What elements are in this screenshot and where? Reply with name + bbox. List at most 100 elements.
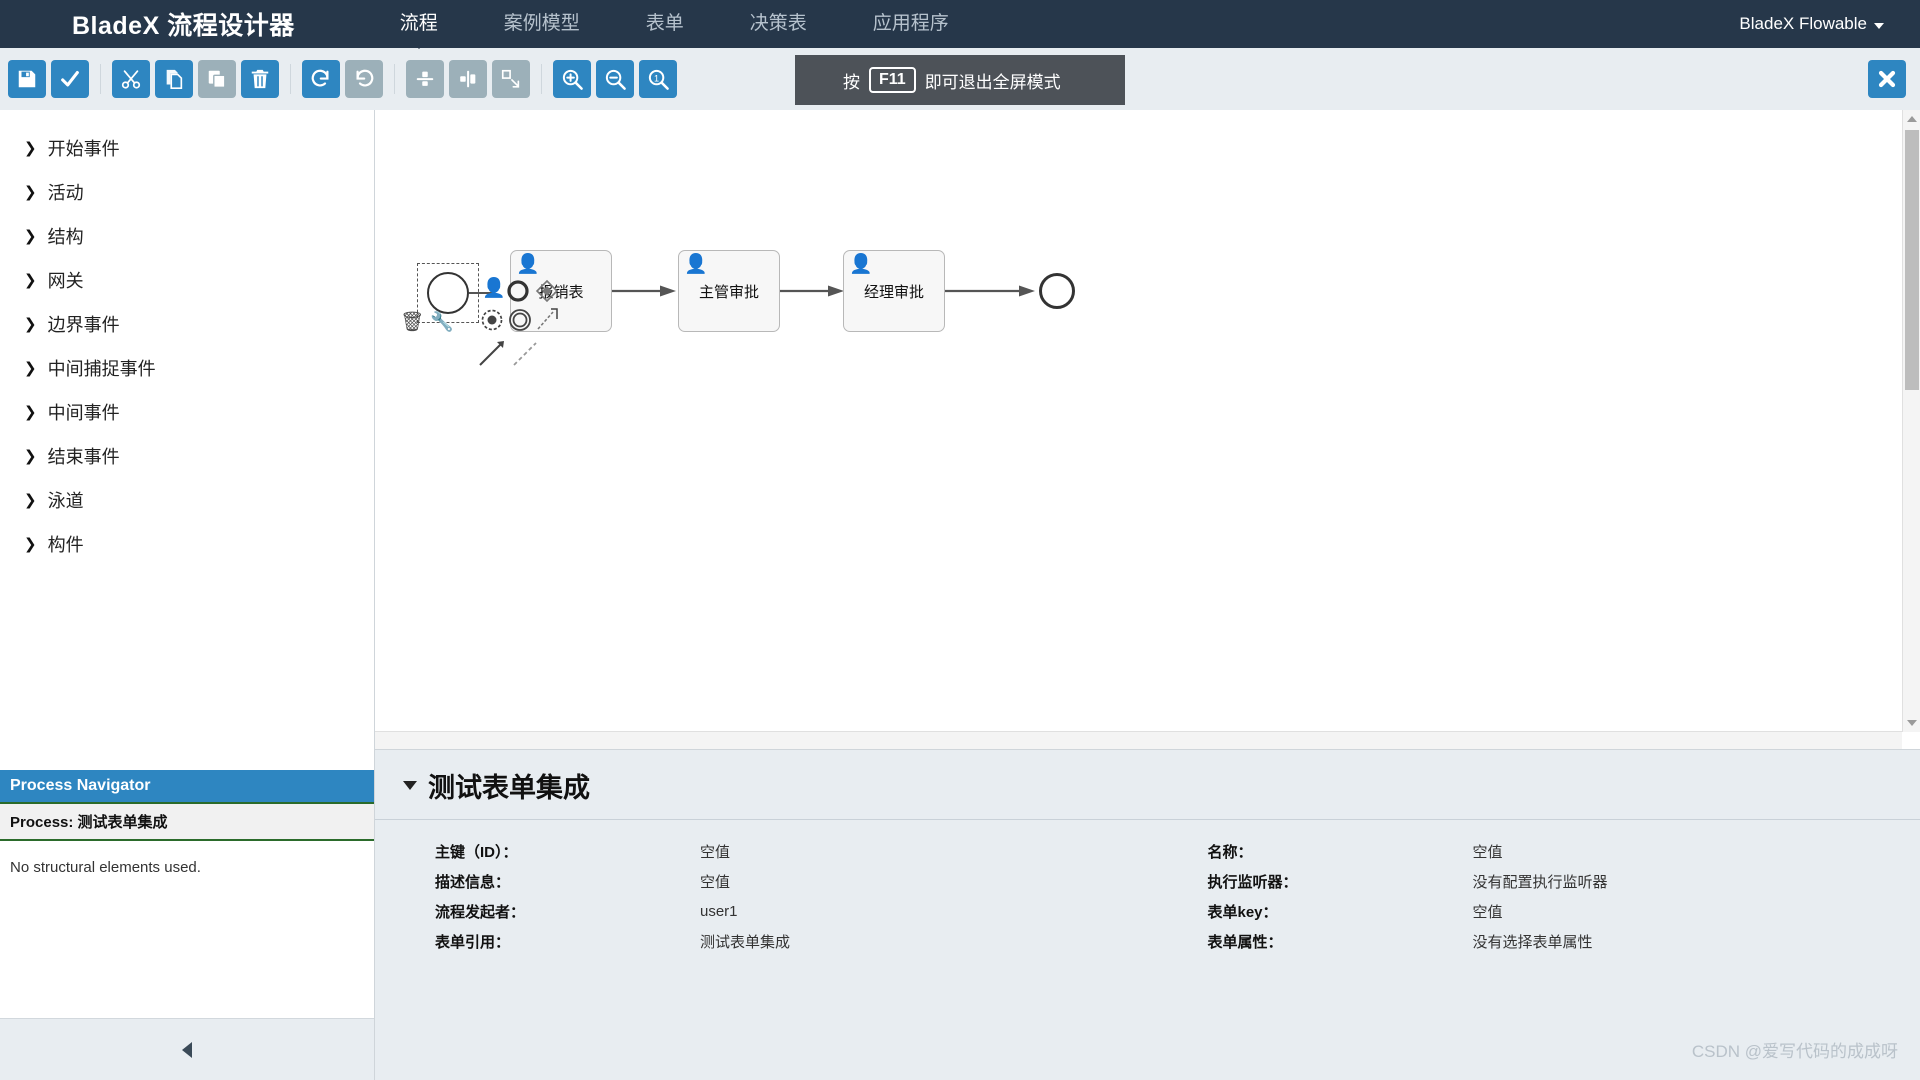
fullscreen-hint-tooltip: 按 F11 即可退出全屏模式 <box>795 55 1125 105</box>
collapse-panel-button[interactable] <box>0 1018 374 1080</box>
zoom-in-icon <box>562 69 583 90</box>
redo-button[interactable] <box>302 60 340 98</box>
scroll-down-button[interactable] <box>1903 714 1920 732</box>
palette-group-3[interactable]: ❯ 结构 <box>0 214 374 258</box>
tab-5[interactable]: 应用程序 <box>840 0 982 48</box>
paste-button[interactable] <box>198 60 236 98</box>
save-button[interactable] <box>8 60 46 98</box>
property-value[interactable]: 没有配置执行监听器 <box>1473 871 1608 892</box>
connect-tool-icon[interactable] <box>477 339 507 369</box>
property-value[interactable]: 没有选择表单属性 <box>1473 931 1593 952</box>
property-key: 流程发起者： <box>435 903 526 921</box>
palette-group-label: 活动 <box>47 183 84 203</box>
property-key: 执行监听器： <box>1207 873 1298 891</box>
palette-group-label: 中间事件 <box>47 403 120 423</box>
tab-1[interactable]: 流程 <box>367 0 471 48</box>
properties-title-text: 测试表单集成 <box>428 773 590 803</box>
copy-button[interactable] <box>155 60 193 98</box>
palette-group-5[interactable]: ❯ 边界事件 <box>0 302 374 346</box>
context-wrench-icon[interactable]: 🔧 <box>430 313 454 332</box>
property-key: 表单属性： <box>1207 933 1283 951</box>
property-value[interactable]: 空值 <box>1473 901 1503 922</box>
same-size-button[interactable] <box>492 60 530 98</box>
align-horizontal-button[interactable] <box>449 60 487 98</box>
zoom-reset-button[interactable]: 1 <box>639 60 677 98</box>
property-value[interactable]: 空值 <box>1473 841 1503 862</box>
validate-button[interactable] <box>51 60 89 98</box>
close-editor-button[interactable] <box>1868 60 1906 98</box>
align-vertical-icon <box>416 71 434 86</box>
palette-group-2[interactable]: ❯ 活动 <box>0 170 374 214</box>
toolbar-divider <box>394 64 395 94</box>
property-value[interactable]: 测试表单集成 <box>700 931 790 952</box>
palette-group-7[interactable]: ❯ 中间事件 <box>0 390 374 434</box>
process-navigator-header: Process Navigator <box>0 770 374 802</box>
palette-group-1[interactable]: ❯ 开始事件 <box>0 126 374 170</box>
chevron-right-icon: ❯ <box>24 183 37 201</box>
tab-3[interactable]: 表单 <box>613 0 717 48</box>
sequence-flow-4[interactable] <box>945 283 1037 299</box>
append-intermediate-event-icon[interactable] <box>507 307 533 333</box>
append-gateway-icon[interactable] <box>534 279 560 303</box>
canvas-horizontal-scrollbar[interactable] <box>375 731 1902 749</box>
chevron-down-icon <box>403 781 417 790</box>
property-row: 名称： 空值 <box>1208 836 1920 866</box>
palette-group-label: 构件 <box>47 535 84 555</box>
palette-group-6[interactable]: ❯ 中间捕捉事件 <box>0 346 374 390</box>
property-value[interactable]: user1 <box>700 903 738 920</box>
task-shape-3[interactable]: 👤 经理审批 <box>843 250 945 332</box>
palette-group-10[interactable]: ❯ 构件 <box>0 522 374 566</box>
undo-button[interactable] <box>345 60 383 98</box>
chevron-left-icon <box>182 1041 192 1058</box>
property-row: 表单引用： 测试表单集成 <box>435 926 1148 956</box>
sequence-flow-3[interactable] <box>780 283 846 299</box>
flow-designer-app: BladeX 流程设计器 流程 案例模型 表单 决策表 应用程序 BladeX Flow… <box>0 0 1920 1080</box>
properties-column-right: 名称： 空值 执行监听器： 没有配置执行监听器 表单key： 空值 表单属性： 没有选择表单属… <box>1148 836 1920 956</box>
shape-palette: ❯ 开始事件 ❯ 活动 ❯ 结构 ❯ 网关 ❯ 边界事件 ❯ 中间捕捉事件 ❯ 中间事件 ❯ 结束事件 ❯ 泳道 ❯… <box>0 110 374 770</box>
append-text-annotation-icon[interactable] <box>535 305 563 333</box>
property-value[interactable]: 空值 <box>700 871 730 892</box>
delete-button[interactable] <box>241 60 279 98</box>
property-row: 执行监听器： 没有配置执行监听器 <box>1208 866 1920 896</box>
palette-group-9[interactable]: ❯ 泳道 <box>0 478 374 522</box>
chevron-right-icon: ❯ <box>24 491 37 509</box>
palette-group-label: 中间捕捉事件 <box>47 359 156 379</box>
context-delete-icon[interactable]: 🗑 <box>400 313 424 332</box>
append-user-task-icon[interactable]: 👤 <box>482 279 506 298</box>
palette-group-8[interactable]: ❯ 结束事件 <box>0 434 374 478</box>
redo-icon <box>311 69 329 87</box>
task-shape-2[interactable]: 👤 主管审批 <box>678 250 780 332</box>
align-vertical-button[interactable] <box>406 60 444 98</box>
chevron-right-icon: ❯ <box>24 315 37 333</box>
sequence-flow-2[interactable] <box>612 283 678 299</box>
scroll-up-button[interactable] <box>1903 110 1920 128</box>
property-value[interactable]: 空值 <box>700 841 730 862</box>
association-tool-icon[interactable] <box>511 339 541 369</box>
copy-icon <box>166 69 183 89</box>
zoom-in-button[interactable] <box>553 60 591 98</box>
zoom-actual-icon: 1 <box>648 69 669 90</box>
zoom-out-icon <box>605 69 626 90</box>
account-menu[interactable]: BladeX Flowable <box>1739 14 1884 34</box>
cut-button[interactable] <box>112 60 150 98</box>
chevron-right-icon: ❯ <box>24 447 37 465</box>
tab-4[interactable]: 决策表 <box>717 0 840 48</box>
vertical-scroll-thumb[interactable] <box>1905 130 1919 390</box>
property-key: 表单引用： <box>435 933 511 951</box>
process-navigator-process-item[interactable]: Process: 测试表单集成 <box>0 802 374 841</box>
task-label-3: 经理审批 <box>863 283 924 301</box>
append-timer-event-icon[interactable] <box>479 307 505 333</box>
end-event-shape[interactable] <box>1039 273 1075 309</box>
canvas-vertical-scrollbar[interactable] <box>1902 110 1920 732</box>
main-tabs: 流程 案例模型 表单 决策表 应用程序 <box>367 0 982 48</box>
tab-2[interactable]: 案例模型 <box>471 0 613 48</box>
append-end-event-icon[interactable] <box>505 279 531 303</box>
start-event-shape[interactable] <box>427 272 469 314</box>
palette-group-4[interactable]: ❯ 网关 <box>0 258 374 302</box>
bpmn-canvas[interactable]: 👤 报销表 👤 主管审批 👤 经理审批 🗑 🔧 👤 <box>375 110 1902 732</box>
resize-icon <box>501 69 520 88</box>
task-label-2: 主管审批 <box>698 283 759 301</box>
zoom-out-button[interactable] <box>596 60 634 98</box>
properties-header[interactable]: 测试表单集成 <box>375 750 1920 820</box>
property-key: 主键（ID）： <box>435 843 518 861</box>
